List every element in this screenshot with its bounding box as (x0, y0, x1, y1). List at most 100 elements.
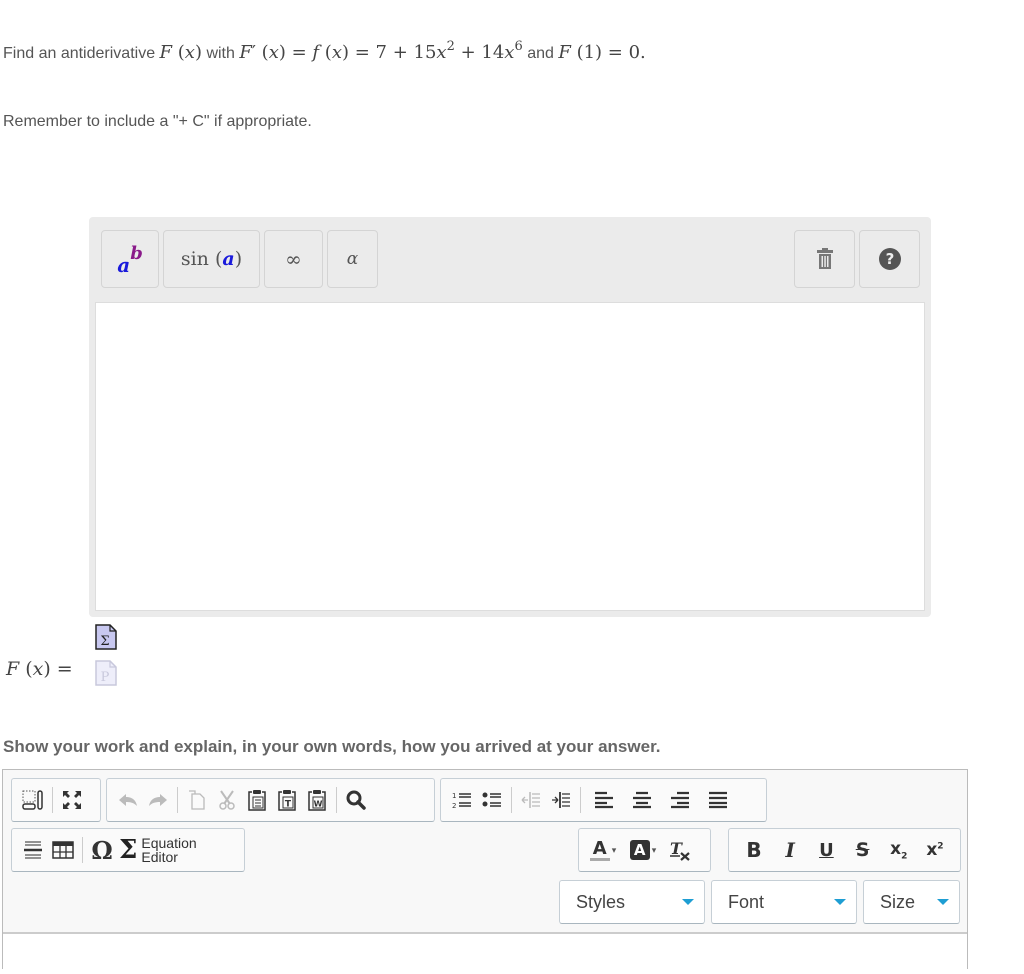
size-dropdown[interactable]: Size (863, 880, 960, 924)
reminder-text: Remember to include a "+ C" if appropria… (3, 113, 312, 130)
background-color-button[interactable]: A ▾ (625, 836, 661, 864)
italic-button[interactable]: I (775, 836, 805, 864)
show-blocks-button[interactable] (18, 786, 48, 814)
superscript-icon: x2 (926, 840, 944, 860)
toolbar-group-paragraph: 12 (440, 778, 767, 822)
exponent-1: 2 (446, 39, 455, 54)
horizontal-line-button[interactable] (18, 836, 48, 864)
copy-button[interactable] (182, 786, 212, 814)
align-right-icon (671, 791, 689, 809)
align-center-button[interactable] (627, 786, 657, 814)
text-color-button[interactable]: A ▾ (585, 836, 621, 864)
svg-text:P: P (101, 670, 110, 685)
power-button[interactable]: a b (101, 230, 159, 288)
justify-icon (709, 791, 727, 809)
separator (52, 787, 53, 813)
svg-text:?: ? (885, 250, 894, 268)
bulleted-list-button[interactable] (477, 786, 507, 814)
align-center-icon (633, 791, 651, 809)
align-right-button[interactable] (665, 786, 695, 814)
paste-button[interactable] (242, 786, 272, 814)
numbered-list-icon: 12 (452, 792, 471, 809)
chevron-down-icon (682, 899, 694, 905)
find-button[interactable] (341, 786, 371, 814)
rich-text-editor: T W 12 Ω Σ Equation Editor A ▾ A ▾ T B I… (2, 769, 968, 974)
question-and: and (527, 45, 554, 62)
show-blocks-icon (22, 790, 43, 810)
math-input-area[interactable] (95, 302, 925, 611)
justify-button[interactable] (703, 786, 733, 814)
undo-icon (119, 794, 137, 806)
math-derivative: F′ (x) = f (x) = 7 + 15x2 + 14x6 (239, 39, 523, 63)
font-dropdown[interactable]: Font (711, 880, 857, 924)
paste-icon (248, 790, 266, 811)
redo-icon (149, 794, 167, 806)
outdent-icon (521, 792, 540, 808)
math-condition: F (1) = 0. (558, 42, 646, 63)
redo-button[interactable] (143, 786, 173, 814)
help-button[interactable]: ? (859, 230, 920, 288)
question-prefix: Find an antiderivative (3, 45, 156, 62)
copy-icon (189, 790, 205, 810)
toolbar-group-basic-styles: B I U S x2 x2 (728, 828, 961, 872)
sigma-icon: Σ (119, 835, 138, 865)
styles-label: Styles (576, 891, 626, 912)
svg-text:Σ: Σ (100, 634, 109, 649)
power-base: a (117, 253, 131, 277)
answer-label: F (x) = (6, 658, 73, 680)
decrease-indent-button[interactable] (516, 786, 546, 814)
help-icon: ? (878, 248, 901, 270)
cut-button[interactable] (212, 786, 242, 814)
math-editor: a b sin (a) ∞ α ? (89, 217, 931, 617)
table-button[interactable] (48, 836, 78, 864)
editor-body[interactable] (3, 932, 967, 974)
greek-button[interactable]: α (327, 230, 378, 288)
bulleted-list-icon (482, 792, 501, 807)
underline-button[interactable]: U (811, 836, 841, 864)
superscript-button[interactable]: x2 (920, 836, 950, 864)
align-left-icon (595, 791, 613, 809)
paste-word-button[interactable]: W (302, 786, 332, 814)
toolbar-group-clipboard: T W (106, 778, 435, 822)
indent-icon (552, 792, 570, 808)
background-color-icon: A (629, 840, 650, 860)
italic-icon: I (785, 838, 795, 862)
chevron-down-icon (834, 899, 846, 905)
text-color-icon: A (589, 839, 610, 861)
clear-button[interactable] (794, 230, 855, 288)
separator (82, 837, 83, 863)
power-exponent: b (130, 242, 143, 264)
horizontal-line-icon (24, 841, 42, 859)
paste-word-icon: W (308, 790, 326, 811)
svg-text:2: 2 (452, 802, 456, 809)
undo-button[interactable] (113, 786, 143, 814)
special-char-button[interactable]: Ω (87, 835, 117, 865)
svg-text:T: T (670, 839, 683, 858)
bold-icon: B (746, 838, 762, 862)
infinity-button[interactable]: ∞ (264, 230, 323, 288)
styles-dropdown[interactable]: Styles (559, 880, 705, 924)
equation-editor-button[interactable]: Σ Equation Editor (119, 835, 197, 865)
table-icon (52, 841, 74, 859)
omega-icon: Ω (91, 835, 113, 865)
toolbar-group-view (11, 778, 101, 822)
maximize-button[interactable] (57, 786, 87, 814)
subscript-button[interactable]: x2 (884, 836, 914, 864)
equation-editor-label-1: Equation (141, 835, 197, 851)
numbered-list-button[interactable]: 12 (447, 786, 477, 814)
cut-icon (219, 790, 235, 810)
align-left-button[interactable] (589, 786, 619, 814)
remove-format-button[interactable]: T (665, 836, 695, 864)
bold-button[interactable]: B (739, 836, 769, 864)
chevron-down-icon (937, 899, 949, 905)
question-text: Find an antiderivative F (x) with F′ (x)… (3, 39, 646, 63)
strikethrough-button[interactable]: S (848, 836, 878, 864)
remove-format-icon: T (670, 839, 690, 861)
equation-editor-icon[interactable]: Σ (95, 624, 117, 655)
underline-icon: U (819, 839, 834, 861)
math-F-of-x: F (x) (159, 42, 202, 63)
increase-indent-button[interactable] (546, 786, 576, 814)
function-button[interactable]: sin (a) (163, 230, 260, 288)
paste-text-button[interactable]: T (272, 786, 302, 814)
preview-icon[interactable]: P (95, 660, 117, 691)
